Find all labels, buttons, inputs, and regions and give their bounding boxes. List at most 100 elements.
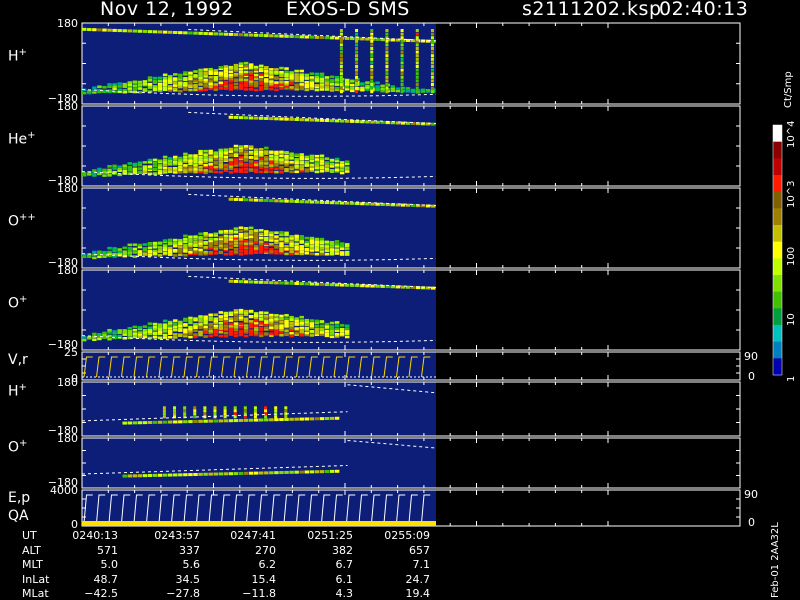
spectral-cell	[228, 238, 234, 241]
spectral-cell	[178, 161, 183, 165]
footer-cell: 382	[332, 543, 353, 557]
spectral-cell	[430, 72, 434, 76]
spectral-cell	[238, 145, 244, 148]
spectral-cell	[274, 199, 279, 203]
spectral-cell	[284, 417, 289, 421]
spectral-cell	[415, 72, 419, 76]
spectral-cell	[259, 157, 264, 160]
spectral-cell	[279, 330, 284, 334]
spectral-cell	[162, 420, 168, 424]
spectral-cell	[279, 237, 284, 240]
spectral-cell	[339, 47, 343, 50]
spectral-cell	[213, 151, 218, 154]
spectral-cell	[294, 234, 299, 238]
spectral-cell	[233, 472, 239, 476]
spectral-cell	[400, 57, 404, 61]
spectral-cell	[400, 65, 404, 68]
spectral-cell	[152, 331, 158, 335]
spectral-cell	[289, 170, 294, 174]
spectral-cell	[203, 32, 208, 36]
spectral-cell	[329, 416, 335, 420]
spectral-cell	[324, 322, 330, 326]
spectral-cell	[208, 76, 213, 79]
spectral-cell	[248, 471, 254, 475]
spectral-cell	[289, 321, 294, 325]
spectral-cell	[274, 249, 279, 253]
spectral-cell	[339, 83, 343, 86]
spectral-cell	[157, 254, 163, 257]
spectral-cell	[167, 241, 173, 245]
footer-cell: 34.5	[175, 572, 201, 586]
spectral-cell	[269, 418, 274, 422]
spectral-cell	[259, 326, 264, 330]
spectral-cell	[157, 246, 163, 249]
spectral-cell	[329, 321, 335, 325]
spectral-cell	[309, 159, 315, 163]
spectral-cell	[92, 338, 97, 342]
spectral-cell	[269, 71, 274, 74]
spectral-cell	[157, 30, 163, 34]
spectral-cell	[228, 235, 234, 238]
spectral-cell	[178, 245, 183, 249]
spectral-cell	[289, 117, 294, 121]
spectral-cell	[142, 165, 148, 168]
spectral-cell	[152, 30, 158, 34]
spectral-cell	[284, 167, 289, 171]
spectral-cell	[183, 81, 188, 85]
spectral-cell	[274, 70, 279, 74]
spectral-cell	[299, 319, 304, 322]
spectral-cell	[208, 163, 213, 166]
spectral-cell	[203, 315, 208, 319]
spectral-cell	[314, 324, 320, 328]
spectral-cell	[248, 325, 254, 329]
spectral-cell	[289, 417, 294, 421]
spectral-cell	[203, 78, 208, 82]
spectral-cell	[178, 73, 183, 77]
spectral-cell	[253, 324, 259, 328]
spectral-cell	[208, 82, 213, 86]
spectral-cell	[415, 86, 419, 90]
spectral-cell	[405, 89, 411, 93]
spectral-cell	[198, 315, 203, 318]
spectral-cell	[253, 160, 259, 164]
spectral-cell	[269, 170, 274, 174]
spectral-cell	[223, 412, 227, 416]
spectral-cell	[289, 252, 294, 256]
colorbar-segment	[773, 208, 782, 226]
spectral-cell	[274, 241, 279, 245]
spectral-cell	[253, 314, 259, 318]
spectral-cell	[284, 237, 289, 240]
spectral-cell	[294, 417, 299, 421]
spectral-cell	[329, 36, 335, 40]
spectral-cell	[147, 78, 153, 82]
spectral-cell	[329, 86, 335, 89]
spectral-cell	[430, 36, 434, 40]
spectral-cell	[152, 161, 158, 165]
spectral-cell	[188, 154, 193, 157]
spectral-cell	[324, 252, 330, 256]
spectral-cell	[339, 163, 345, 167]
spectral-cell	[233, 324, 239, 328]
spectral-cell	[350, 119, 355, 123]
spectral-cell	[233, 33, 239, 37]
spectral-cell	[269, 75, 274, 79]
footer-cell: 0251:25	[307, 529, 353, 542]
spectral-cell	[157, 79, 163, 83]
spectral-cell	[137, 80, 143, 84]
spectral-cell	[350, 201, 355, 205]
spectral-cell	[183, 71, 188, 74]
spectral-cell	[218, 330, 224, 334]
spectral-cell	[107, 246, 112, 250]
spectral-cell	[400, 61, 404, 65]
spectral-cell	[213, 412, 217, 416]
spectral-cell	[344, 324, 350, 328]
spectral-cell	[183, 158, 188, 162]
spectral-cell	[294, 86, 299, 89]
spectral-cell	[344, 327, 350, 330]
spectral-cell	[259, 159, 264, 163]
spectral-cell	[385, 75, 389, 79]
spectral-cell	[243, 324, 249, 327]
spectral-cell	[304, 88, 310, 92]
spectral-cell	[415, 75, 419, 79]
spectral-cell	[324, 417, 330, 421]
